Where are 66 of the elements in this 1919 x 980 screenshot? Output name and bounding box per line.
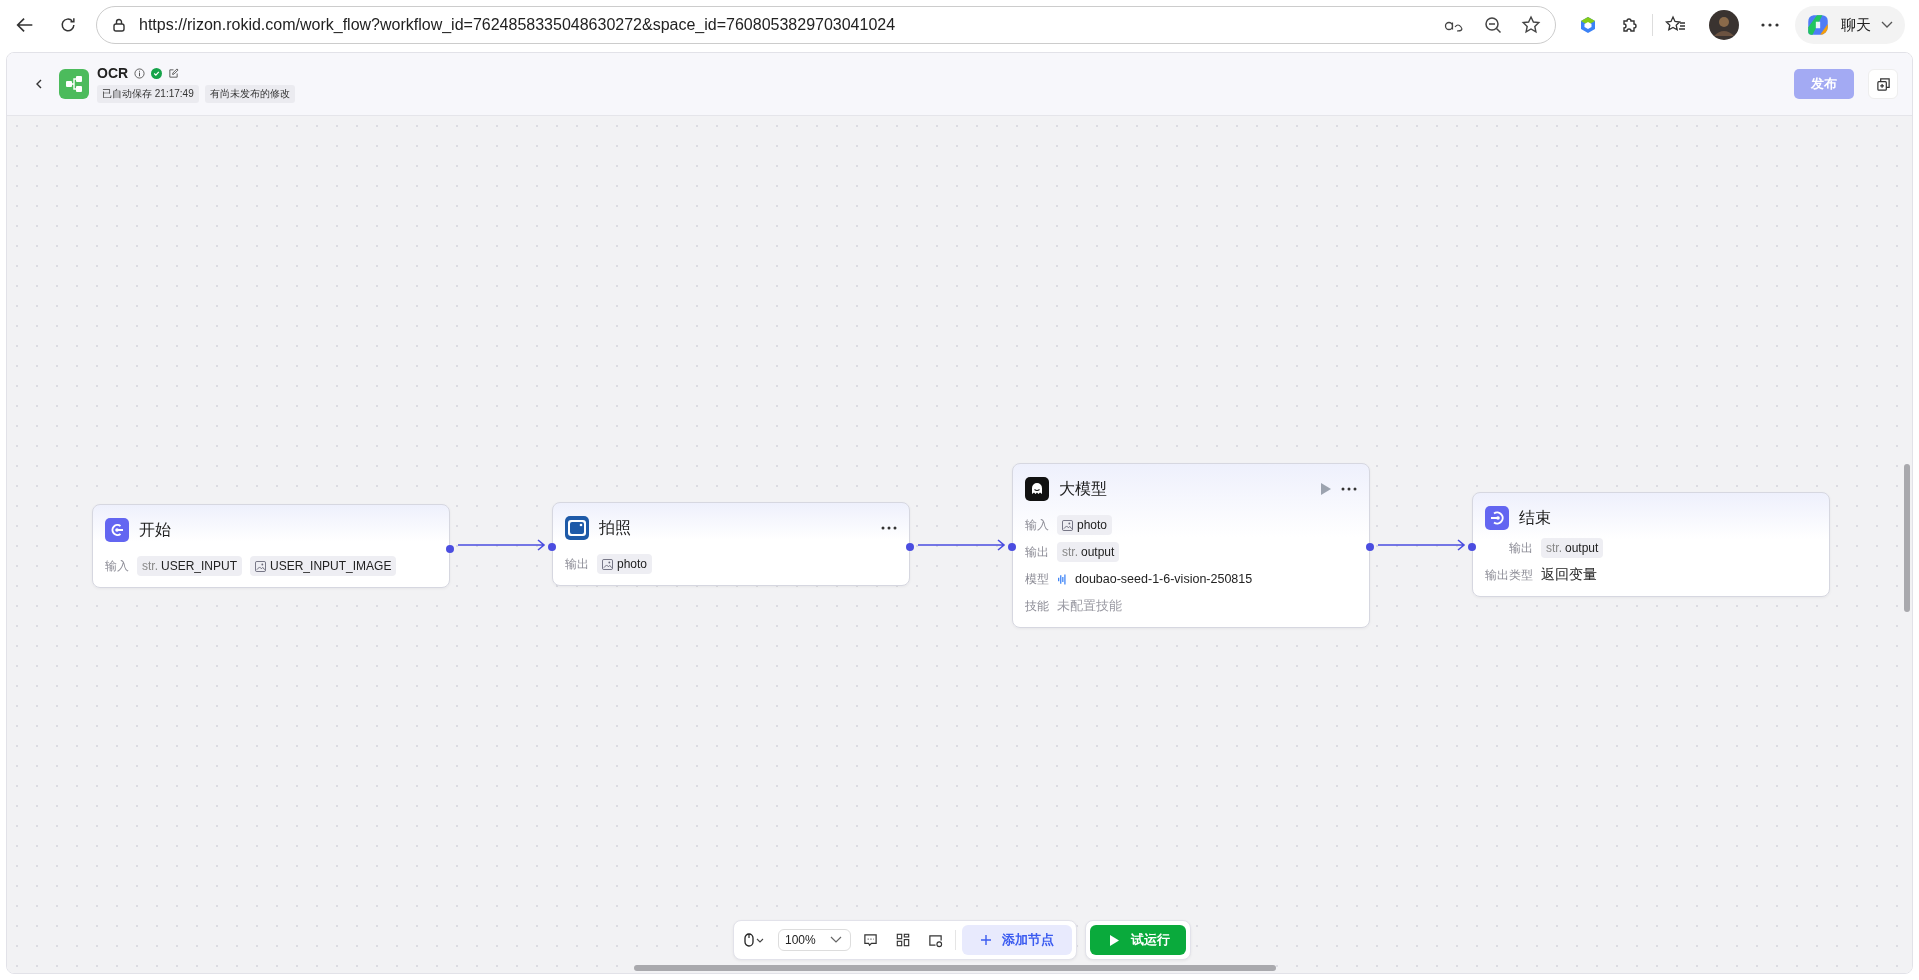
lock-icon[interactable] (111, 17, 127, 33)
output-port[interactable] (1366, 543, 1374, 551)
field-value: 未配置技能 (1057, 597, 1122, 615)
vertical-scrollbar[interactable] (1904, 464, 1910, 612)
workflow-title: OCR (97, 65, 129, 81)
extension-icon[interactable] (1578, 15, 1598, 35)
field-label: 输出 (1025, 543, 1049, 561)
node-title: 结束 (1519, 507, 1551, 528)
output-port[interactable] (446, 545, 454, 553)
chevron-down-icon (829, 936, 842, 944)
workflow-logo-icon (59, 69, 89, 99)
more-icon[interactable] (881, 526, 897, 530)
url-text: https://rizon.rokid.com/work_flow?workflow_id=7624858335048630272&space_id=7608053829703041024 (139, 16, 896, 34)
puzzle-icon[interactable] (1620, 15, 1640, 35)
model-icon (1057, 572, 1067, 586)
variable-tag: photo (597, 554, 653, 574)
start-node-icon (105, 518, 129, 542)
input-port[interactable] (1008, 543, 1016, 551)
horizontal-scrollbar[interactable] (634, 965, 1276, 971)
input-port[interactable] (1468, 543, 1476, 551)
variable-tag: str. output (1541, 538, 1604, 558)
more-icon[interactable] (1341, 487, 1357, 491)
field-label: 输出 (565, 555, 589, 573)
add-copy-icon (1875, 76, 1891, 92)
add-node-button[interactable]: 添加节点 (961, 925, 1072, 955)
comment-icon (862, 932, 878, 948)
camera-node-icon (565, 516, 589, 540)
model-node-icon (1025, 477, 1049, 501)
variable-tag: photo (1057, 515, 1113, 535)
field-label: 输出类型 (1485, 566, 1533, 584)
check-icon (151, 67, 163, 79)
end-node-icon (1485, 506, 1509, 530)
variable-tag: str. output (1057, 542, 1120, 562)
screen-icon (927, 932, 943, 948)
info-icon[interactable] (134, 67, 146, 79)
unpublished-tag: 有尚未发布的修改 (204, 85, 295, 103)
plus-icon (979, 934, 992, 946)
chat-button[interactable]: 聊天 (1795, 6, 1905, 44)
copy-button[interactable] (1868, 69, 1898, 99)
chevron-down-icon (1881, 21, 1893, 29)
model-name: doubao-seed-1-6-vision-250815 (1075, 572, 1253, 586)
play-icon (1109, 934, 1119, 946)
variable-tag: USER_INPUT_IMAGE (250, 556, 397, 576)
node-title: 拍照 (599, 517, 631, 538)
autosave-tag: 已自动保存 21:17:49 (97, 85, 199, 103)
zoom-out-icon[interactable] (1483, 15, 1503, 35)
node-title: 开始 (139, 519, 171, 540)
output-port[interactable] (906, 543, 914, 551)
field-label: 模型 (1025, 570, 1049, 588)
field-value: 返回变量 (1541, 566, 1597, 584)
star-icon[interactable] (1521, 15, 1541, 35)
field-label: 技能 (1025, 597, 1049, 615)
node-title: 大模型 (1059, 478, 1107, 499)
field-label: 输入 (1025, 516, 1049, 534)
image-icon (255, 560, 267, 572)
grid-icon (895, 933, 910, 947)
zoom-select[interactable]: 100% (778, 929, 851, 951)
edit-icon[interactable] (168, 67, 180, 79)
input-port[interactable] (548, 543, 556, 551)
field-label: 输入 (105, 557, 129, 575)
mouse-icon (744, 933, 766, 947)
image-icon (602, 558, 613, 570)
image-icon (1062, 519, 1073, 531)
avatar[interactable] (1709, 10, 1739, 40)
variable-tag: str. USER_INPUT (137, 556, 243, 576)
field-label: 输出 (1508, 539, 1533, 557)
